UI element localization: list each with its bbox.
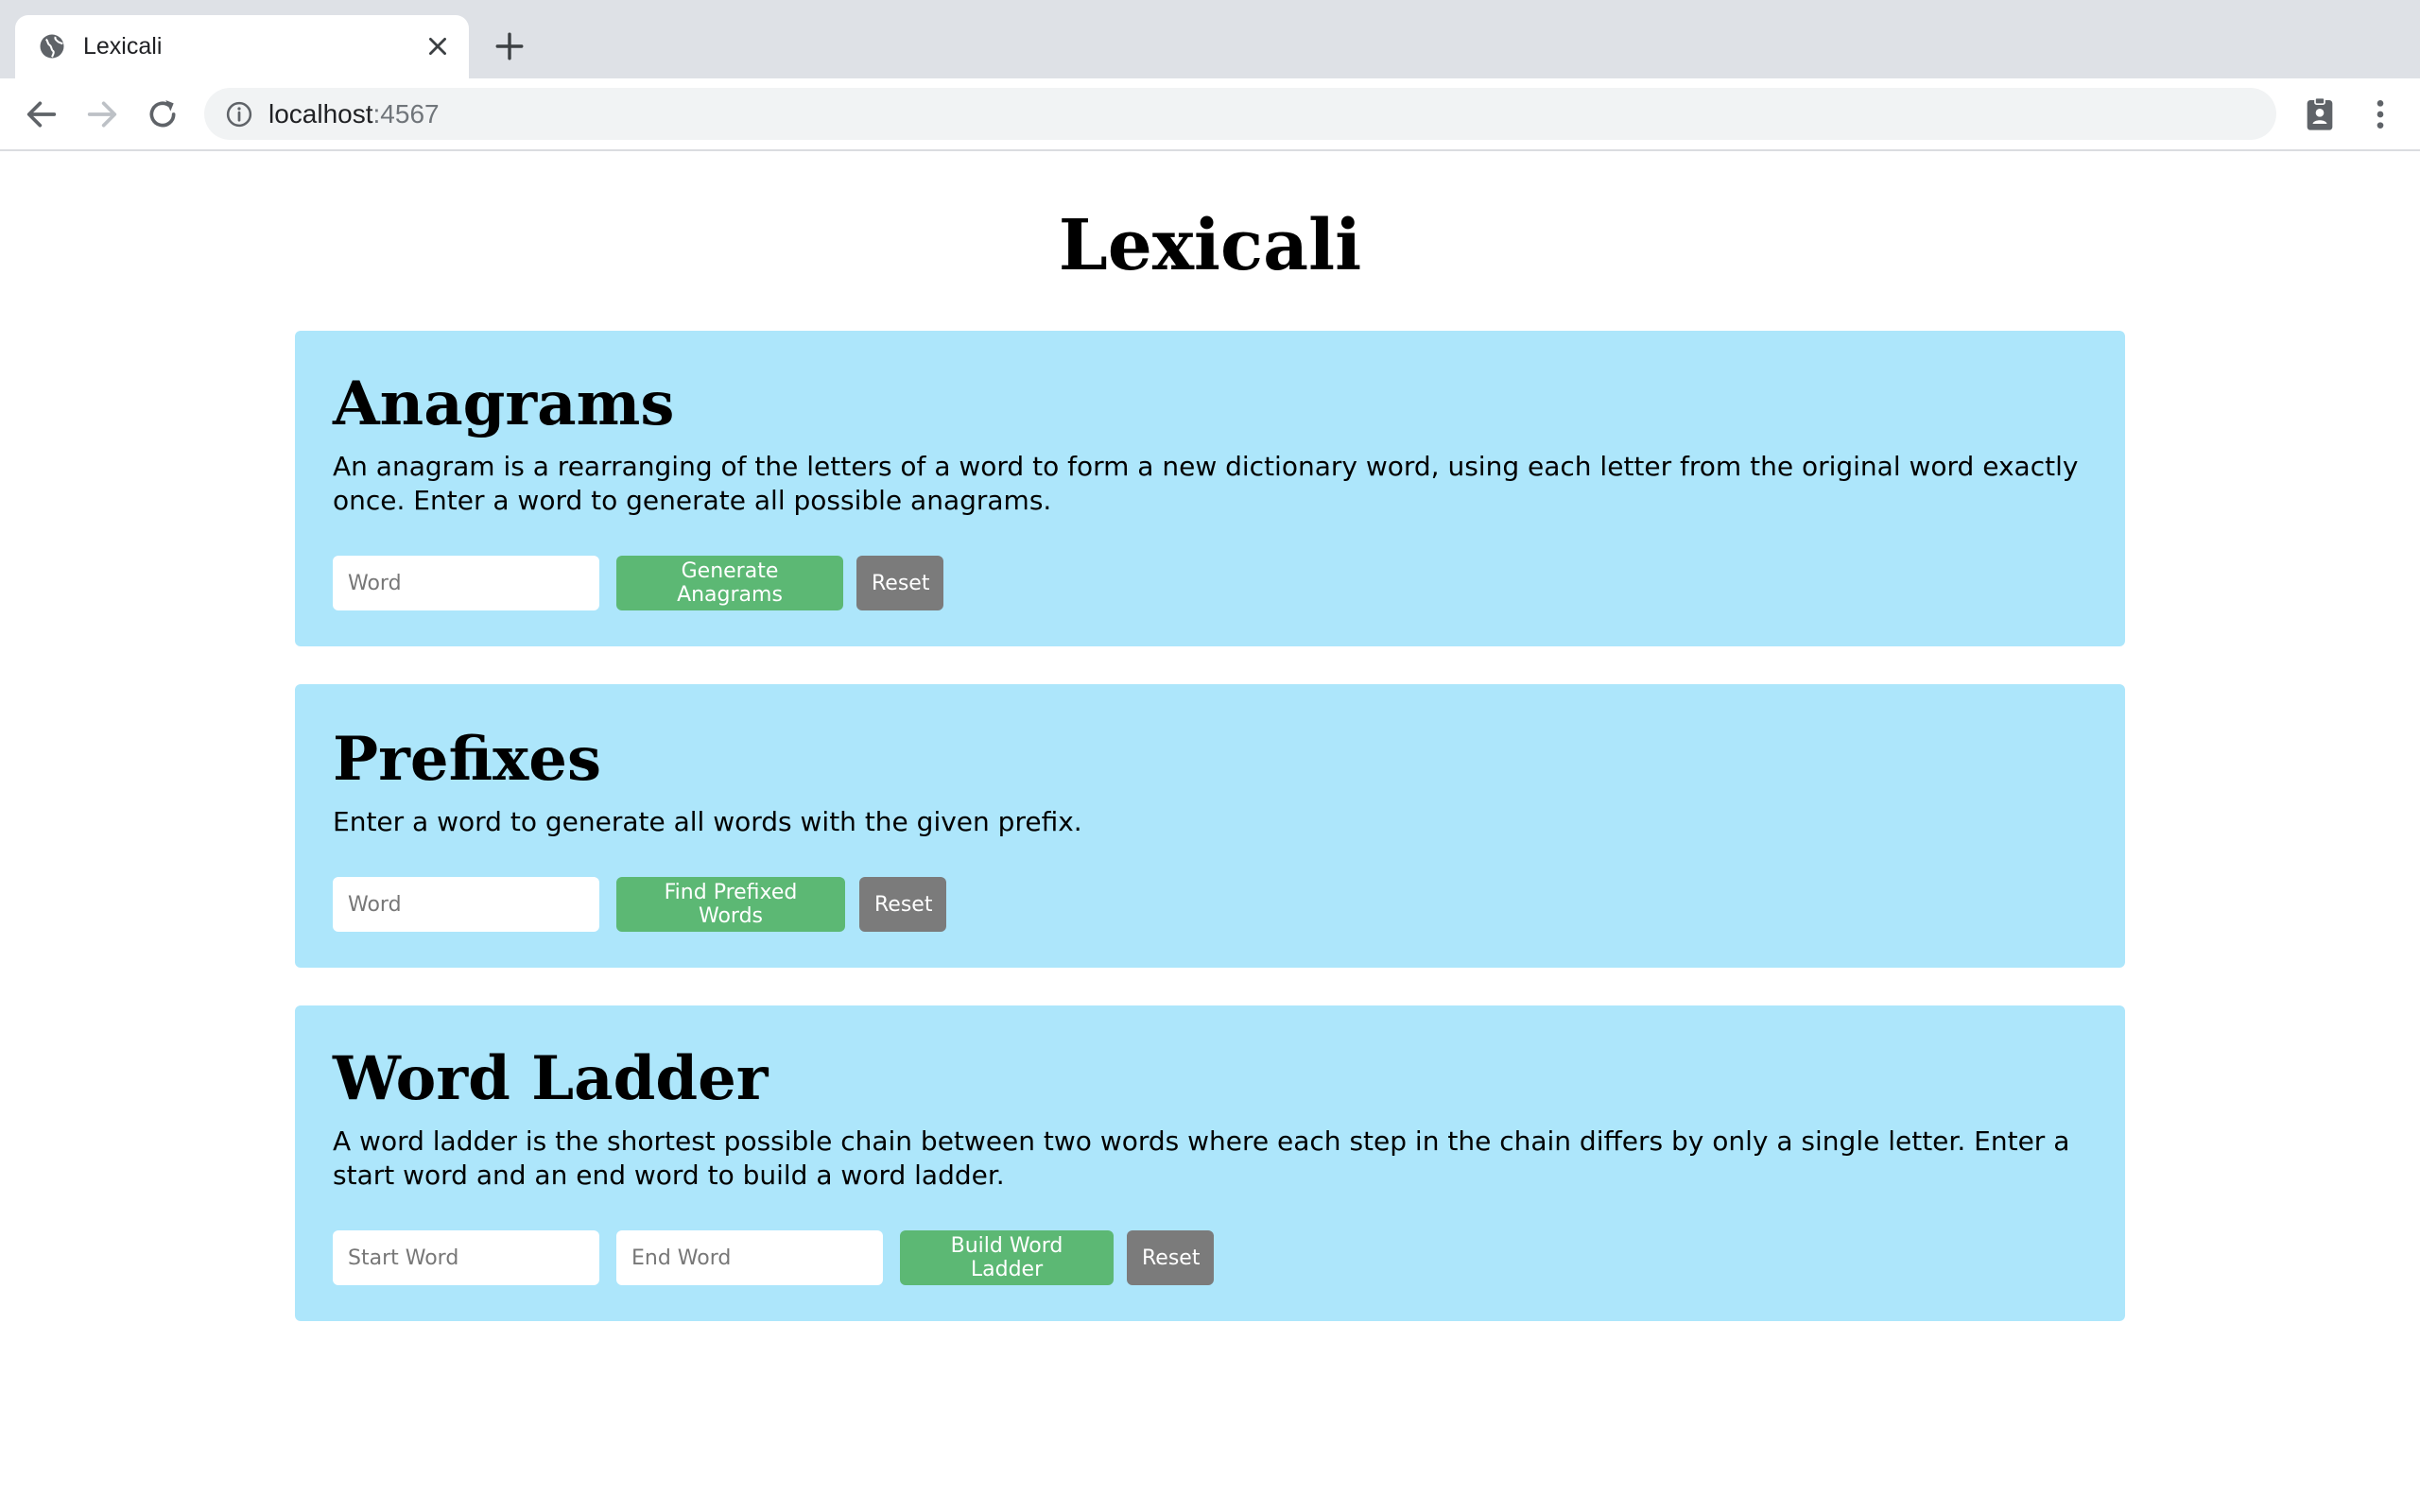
url-port: :4567	[372, 99, 440, 129]
anagrams-heading: Anagrams	[333, 369, 675, 439]
address-bar[interactable]: localhost:4567	[204, 88, 2276, 140]
start-word-input[interactable]	[333, 1230, 599, 1285]
page-content: Lexicali Anagrams An anagram is a rearra…	[0, 151, 2420, 1512]
anagram-word-input[interactable]	[333, 556, 599, 610]
prefixes-reset-button[interactable]: Reset	[859, 877, 946, 932]
url-host: localhost	[268, 99, 373, 129]
prefixes-description: Enter a word to generate all words with …	[333, 806, 1082, 837]
forward-arrow-icon[interactable]	[83, 95, 121, 133]
page-title: Lexicali	[1058, 205, 1362, 286]
browser-tab-strip: Lexicali	[0, 0, 2420, 78]
back-arrow-icon[interactable]	[23, 95, 60, 133]
browser-tab[interactable]: Lexicali	[15, 15, 469, 78]
clipboard-account-icon[interactable]	[2301, 95, 2339, 133]
prefixes-heading: Prefixes	[333, 724, 601, 795]
generate-anagrams-button[interactable]: Generate Anagrams	[616, 556, 843, 610]
find-prefixed-words-button[interactable]: Find Prefixed Words	[616, 877, 845, 932]
plus-icon[interactable]	[493, 30, 526, 62]
browser-toolbar: localhost:4567	[0, 78, 2420, 151]
more-vert-icon[interactable]	[2361, 95, 2399, 133]
anagrams-card: Anagrams An anagram is a rearranging of …	[295, 331, 2125, 646]
reload-icon[interactable]	[144, 95, 182, 133]
prefix-word-input[interactable]	[333, 877, 599, 932]
anagrams-reset-button[interactable]: Reset	[856, 556, 943, 610]
url-text: localhost:4567	[268, 99, 440, 129]
close-icon[interactable]	[425, 34, 450, 59]
word-ladder-reset-button[interactable]: Reset	[1127, 1230, 1214, 1285]
anagrams-description: An anagram is a rearranging of the lette…	[333, 451, 2079, 516]
word-ladder-card: Word Ladder A word ladder is the shortes…	[295, 1005, 2125, 1321]
globe-icon	[40, 34, 64, 59]
info-icon[interactable]	[225, 100, 253, 129]
word-ladder-description: A word ladder is the shortest possible c…	[333, 1125, 2070, 1191]
end-word-input[interactable]	[616, 1230, 883, 1285]
prefixes-card: Prefixes Enter a word to generate all wo…	[295, 684, 2125, 968]
build-word-ladder-button[interactable]: Build Word Ladder	[900, 1230, 1114, 1285]
word-ladder-heading: Word Ladder	[333, 1043, 769, 1114]
tab-title: Lexicali	[83, 33, 163, 60]
